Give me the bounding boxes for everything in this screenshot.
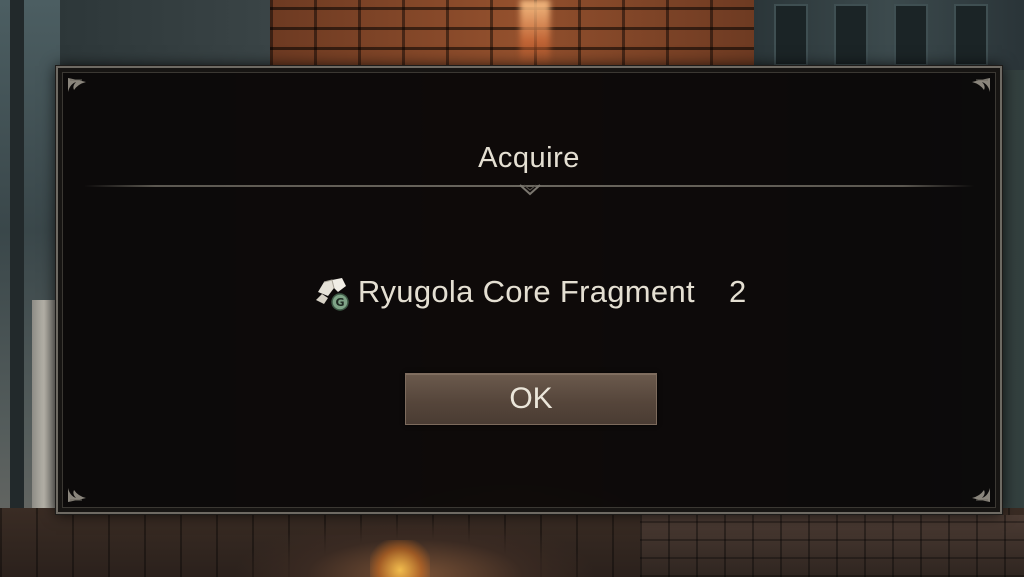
background-pillar [32, 300, 56, 540]
background-window [954, 4, 988, 66]
background-brick-wall [270, 0, 760, 70]
background-window [894, 4, 928, 66]
reward-row: G Ryugola Core Fragment 2 [58, 272, 1000, 312]
ornament-corner-icon [958, 470, 992, 504]
acquire-dialog: Acquire G Ryugola Core Fragment 2 OK [56, 66, 1002, 514]
background-flame [520, 0, 550, 70]
dialog-title: Acquire [478, 142, 580, 174]
item-grade-badge: G [335, 296, 344, 309]
divider-notch-icon [519, 183, 541, 197]
game-scene: Acquire G Ryugola Core Fragment 2 OK [0, 0, 1024, 577]
background-building [60, 0, 270, 70]
background-window [834, 4, 868, 66]
background-right-building [754, 0, 1024, 70]
crystal-fragment-icon: G [312, 272, 352, 312]
background-beam [10, 0, 24, 577]
ornament-corner-icon [66, 470, 100, 504]
ornament-corner-icon [66, 76, 100, 110]
item-quantity: 2 [728, 274, 747, 309]
background-left-wall [0, 0, 60, 577]
background-floor-tiles [640, 515, 1024, 577]
background-fire-glow [370, 540, 430, 577]
item-name: Ryugola Core Fragment [357, 274, 695, 309]
ok-button[interactable]: OK [405, 373, 657, 425]
ornament-corner-icon [958, 76, 992, 110]
background-window [774, 4, 808, 66]
